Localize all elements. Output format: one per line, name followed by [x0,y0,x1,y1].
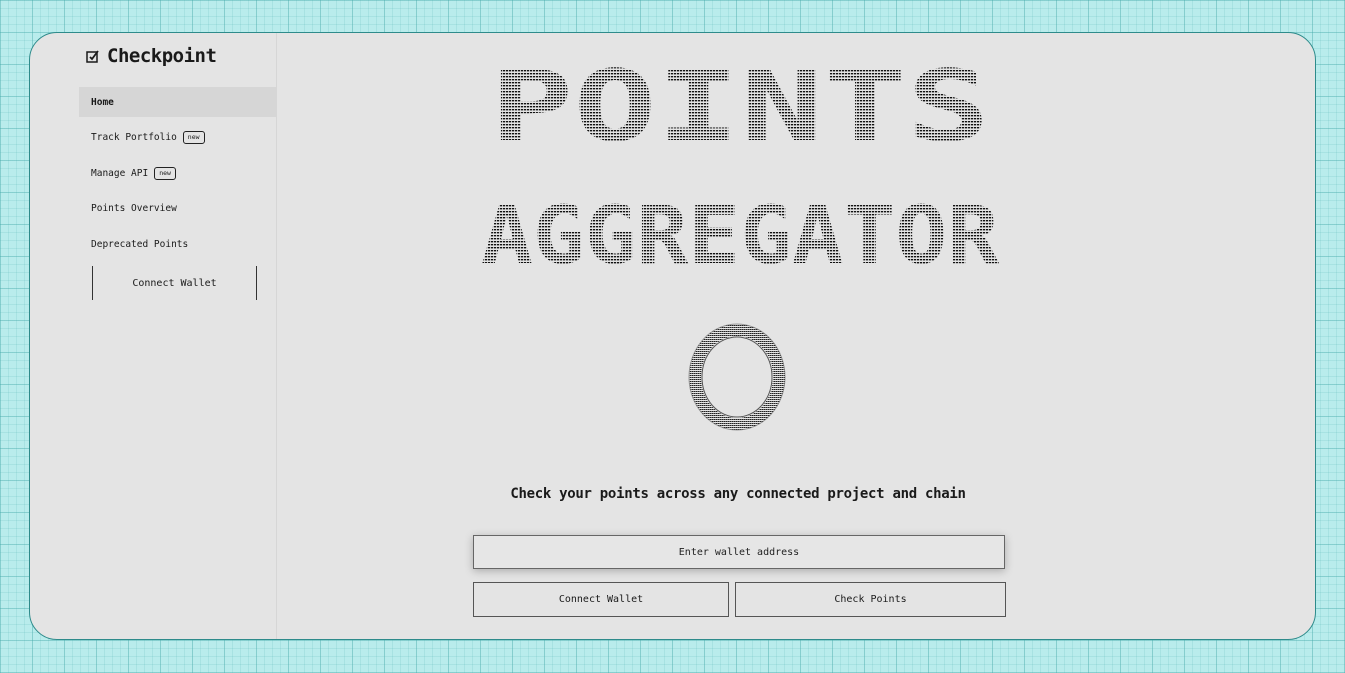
sidebar-item-deprecated-points[interactable]: Deprecated Points [79,229,276,259]
wallet-address-input[interactable] [473,535,1005,569]
ring-graphic [688,323,786,431]
brand-name: Checkpoint [107,45,217,67]
sidebar-item-label: Manage API [91,167,149,179]
sidebar-connect-wallet-button[interactable]: Connect Wallet [92,266,257,300]
sidebar: Checkpoint Home Track Portfolio new Mana… [79,33,277,639]
sidebar-item-track-portfolio[interactable]: Track Portfolio new [79,123,276,153]
app-window: Checkpoint Home Track Portfolio new Mana… [29,32,1316,640]
brand[interactable]: Checkpoint [85,45,217,67]
new-badge: new [182,131,205,144]
tagline: Check your points across any connected p… [510,486,966,502]
checkpoint-logo-icon [86,50,99,63]
hero-art-word-aggregator: AGGREGATOR [481,189,1000,268]
connect-wallet-button[interactable]: Connect Wallet [473,582,729,617]
sidebar-item-label: Home [91,96,114,108]
sidebar-item-label: Deprecated Points [91,238,189,250]
sidebar-item-points-overview[interactable]: Points Overview [79,194,276,224]
hero-art-word-points: POINTS [490,58,990,164]
hero-ascii-art: POINTS AGGREGATOR [481,58,1000,268]
sidebar-item-label: Track Portfolio [91,132,177,143]
sidebar-item-manage-api[interactable]: Manage API new [79,158,276,188]
check-points-button[interactable]: Check Points [735,582,1006,617]
new-badge: new [154,166,176,180]
sidebar-item-home[interactable]: Home [79,87,276,117]
sidebar-nav: Home Track Portfolio new Manage API new … [79,87,276,265]
sidebar-item-label: Points Overview [91,203,177,214]
